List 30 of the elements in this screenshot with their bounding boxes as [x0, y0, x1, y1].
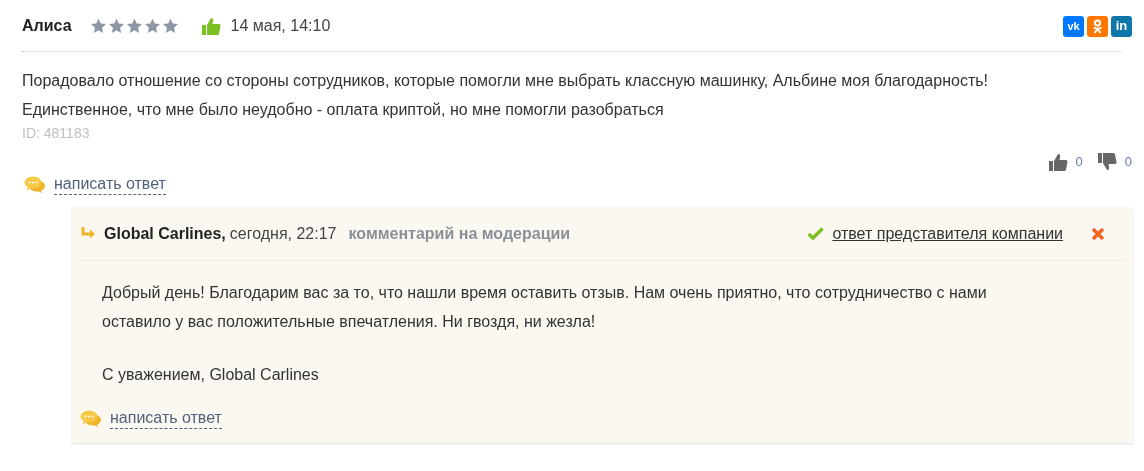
thumbs-down-icon — [1096, 152, 1117, 172]
reply-link[interactable]: написать ответ — [54, 174, 166, 195]
moderation-status: комментарий на модерации — [348, 223, 571, 244]
vote-count: 0 — [1124, 153, 1132, 172]
review-id: ID: 481183 — [22, 124, 91, 142]
review-date: 14 мая, 14:10 — [230, 16, 331, 36]
author-name: Алиса — [22, 16, 72, 36]
reply-text: С уважением, Global Carlines — [102, 365, 320, 385]
person-icon — [1092, 18, 1103, 34]
reply-date: сегодня, 22:17 — [229, 223, 337, 244]
star-icon — [143, 18, 161, 34]
vote-count: 0 — [1075, 153, 1083, 172]
ok-share-button[interactable] — [1087, 15, 1108, 37]
star-icon — [107, 18, 125, 34]
star-icon — [161, 18, 179, 34]
reply-text: Добрый день! Благодарим вас за то, что нашли время оставить отзыв. Нам очень приятно, что сотрудничество с нами оставило у вас положительные впечатления. Ни гвоздя, ни жезла! — [102, 283, 988, 332]
speech-bubbles-icon — [24, 175, 46, 194]
star-icon — [125, 18, 143, 34]
reply-link[interactable]: написать ответ — [110, 408, 222, 429]
review-text: Единственное, что мне было неудобно - оплата криптой, но мне помогли разобраться — [22, 100, 665, 120]
star-icon — [89, 18, 107, 34]
thumbs-up-icon — [1047, 152, 1068, 172]
company-name: Global Carlines, — [104, 223, 226, 244]
reply-arrow-icon — [81, 227, 96, 240]
company-representative-link[interactable]: ответ представителя компании — [832, 221, 1063, 246]
linkedin-share-button[interactable]: in — [1111, 15, 1132, 37]
close-icon[interactable] — [1091, 226, 1105, 241]
vk-share-button[interactable]: vk — [1063, 15, 1084, 37]
speech-bubbles-icon — [80, 409, 102, 428]
review-text: Порадовало отношение со стороны сотрудников, которые помогли мне выбрать классную машинку, Альбине моя благодарность! — [22, 71, 989, 91]
